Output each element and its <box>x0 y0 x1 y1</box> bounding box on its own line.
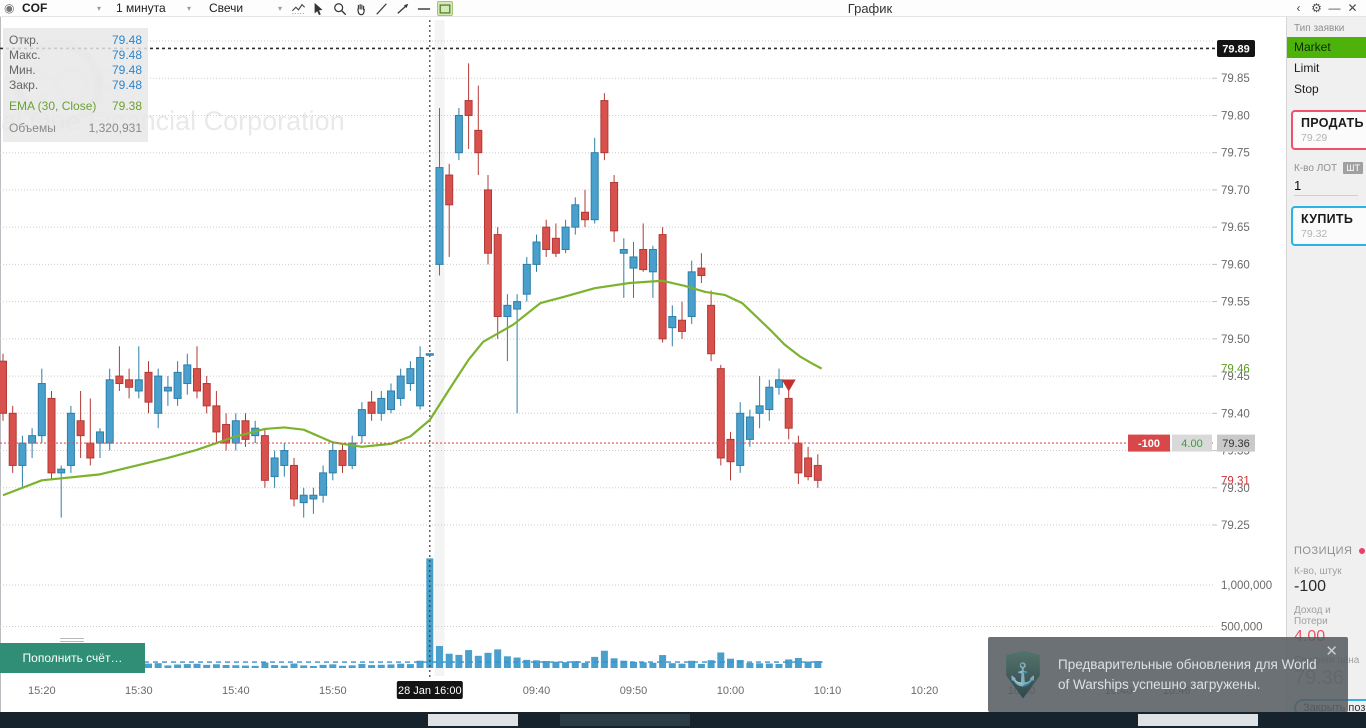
world-of-warships-icon: ⚓ <box>988 650 1058 699</box>
position-qty-value: -100 <box>1294 578 1327 595</box>
minimize-icon[interactable]: — <box>1327 1 1342 15</box>
chevron-down-icon[interactable]: ▾ <box>278 1 282 16</box>
horizontal-line-tool-icon[interactable] <box>416 1 432 16</box>
svg-text:10:00: 10:00 <box>717 685 745 697</box>
ema-row: EMA (30, Close) 79.38 <box>9 99 142 113</box>
svg-text:79.89: 79.89 <box>1222 43 1250 55</box>
deposit-button[interactable]: Пополнить счёт… <box>0 643 145 673</box>
rectangle-tool-icon[interactable] <box>437 1 453 16</box>
svg-text:79.75: 79.75 <box>1221 148 1250 160</box>
svg-text:79.40: 79.40 <box>1221 408 1250 420</box>
taskbar-item[interactable] <box>560 714 690 726</box>
position-title: ПОЗИЦИЯ <box>1294 545 1366 557</box>
taskbar[interactable] <box>0 712 1366 728</box>
svg-text:09:50: 09:50 <box>620 685 648 697</box>
line-tool-icon[interactable] <box>374 1 390 16</box>
taskbar-window-preview[interactable] <box>1138 714 1258 726</box>
panel-drag-handle[interactable] <box>60 638 84 642</box>
svg-text:1,000,000: 1,000,000 <box>1221 580 1272 592</box>
sell-marker-icon <box>781 379 796 392</box>
svg-text:79.25: 79.25 <box>1221 520 1250 532</box>
svg-text:79.31: 79.31 <box>1221 475 1250 487</box>
trading-terminal-window: COFCapital One Financial Corporation1,00… <box>0 0 1366 728</box>
svg-text:-100: -100 <box>1138 438 1160 450</box>
svg-text:79.65: 79.65 <box>1221 222 1250 234</box>
sell-price: 79.29 <box>1301 132 1328 144</box>
order-type-market[interactable]: Market <box>1287 37 1366 58</box>
svg-text:79.36: 79.36 <box>1222 438 1250 450</box>
svg-text:15:20: 15:20 <box>28 685 56 697</box>
chart-type-selector[interactable]: Свечи <box>209 1 243 16</box>
svg-text:28 Jan 16:00: 28 Jan 16:00 <box>398 685 462 697</box>
svg-text:4.00: 4.00 <box>1181 438 1202 450</box>
gear-icon[interactable]: ⚙ <box>1309 1 1324 15</box>
ema-line <box>2 279 823 497</box>
zoom-tool-icon[interactable] <box>332 1 348 16</box>
svg-text:10:10: 10:10 <box>814 685 842 697</box>
timeframe-selector[interactable]: 1 минута <box>116 1 166 16</box>
notification-toast[interactable]: ⚓ Предварительные обновления для World o… <box>988 637 1348 712</box>
svg-text:10:20: 10:20 <box>911 685 939 697</box>
position-pnl-label: Доход и Потери <box>1294 605 1331 627</box>
instrument-icon: ◉ <box>4 1 15 15</box>
svg-text:79.46: 79.46 <box>1221 364 1250 376</box>
svg-text:79.70: 79.70 <box>1221 185 1250 197</box>
high-row: Макс. 79.48 <box>9 48 142 62</box>
svg-text:79.80: 79.80 <box>1221 110 1250 122</box>
titlebar: ◉ COF ▾ 1 минута ▾ Свечи ▾ График ‹ ⚙ — … <box>0 0 1366 17</box>
unit-badge[interactable]: ШТ <box>1343 162 1363 174</box>
chevron-down-icon[interactable]: ▾ <box>187 1 191 16</box>
cursor-tool-icon[interactable] <box>311 1 327 16</box>
svg-text:79.55: 79.55 <box>1221 297 1250 309</box>
sell-button[interactable]: ПРОДАТЬ 79.29 <box>1291 110 1366 150</box>
candlestick-chart[interactable]: COFCapital One Financial Corporation1,00… <box>0 0 1286 712</box>
indicators-icon[interactable] <box>290 1 306 16</box>
order-type-limit[interactable]: Limit <box>1287 58 1366 79</box>
buy-button[interactable]: КУПИТЬ 79.32 <box>1291 206 1366 246</box>
chevron-down-icon[interactable]: ▾ <box>97 1 101 16</box>
ohlc-info-panel: Откр. 79.48 Макс. 79.48 Мин. 79.48 Закр.… <box>3 28 148 142</box>
trend-arrow-tool-icon[interactable] <box>395 1 411 16</box>
svg-text:15:40: 15:40 <box>222 685 250 697</box>
svg-text:15:30: 15:30 <box>125 685 153 697</box>
toast-message: Предварительные обновления для World of … <box>1058 656 1317 692</box>
position-qty-label: К-во, штук <box>1294 566 1342 577</box>
svg-text:79.85: 79.85 <box>1221 73 1250 85</box>
svg-text:79.50: 79.50 <box>1221 334 1250 346</box>
svg-text:15:50: 15:50 <box>319 685 347 697</box>
quantity-label-row: К-во ЛОТ ШТ <box>1294 162 1363 174</box>
position-status-dot <box>1358 548 1365 554</box>
anchor-icon: ⚓ <box>1009 661 1037 687</box>
svg-text:500,000: 500,000 <box>1221 621 1263 633</box>
symbol-selector[interactable]: COF <box>22 1 47 16</box>
svg-text:79.60: 79.60 <box>1221 259 1250 271</box>
order-type-label: Тип заявки <box>1294 23 1345 34</box>
low-row: Мин. 79.48 <box>9 63 142 77</box>
toast-close-icon[interactable]: ✕ <box>1325 642 1338 660</box>
volume-row: Объемы 1,320,931 <box>9 121 142 135</box>
svg-text:09:40: 09:40 <box>523 685 551 697</box>
close-icon[interactable]: ✕ <box>1345 1 1360 15</box>
page-title: График <box>847 1 893 16</box>
taskbar-window-preview[interactable] <box>428 714 518 726</box>
order-type-stop[interactable]: Stop <box>1287 79 1366 100</box>
quantity-input[interactable]: 1 <box>1294 178 1358 196</box>
pan-hand-icon[interactable] <box>353 1 369 16</box>
buy-price: 79.32 <box>1301 228 1328 240</box>
back-icon[interactable]: ‹ <box>1291 1 1306 15</box>
order-panel: Тип заявки Market Limit Stop ПРОДАТЬ 79.… <box>1286 17 1366 717</box>
open-row: Откр. 79.48 <box>9 33 142 47</box>
close-row: Закр. 79.48 <box>9 78 142 92</box>
